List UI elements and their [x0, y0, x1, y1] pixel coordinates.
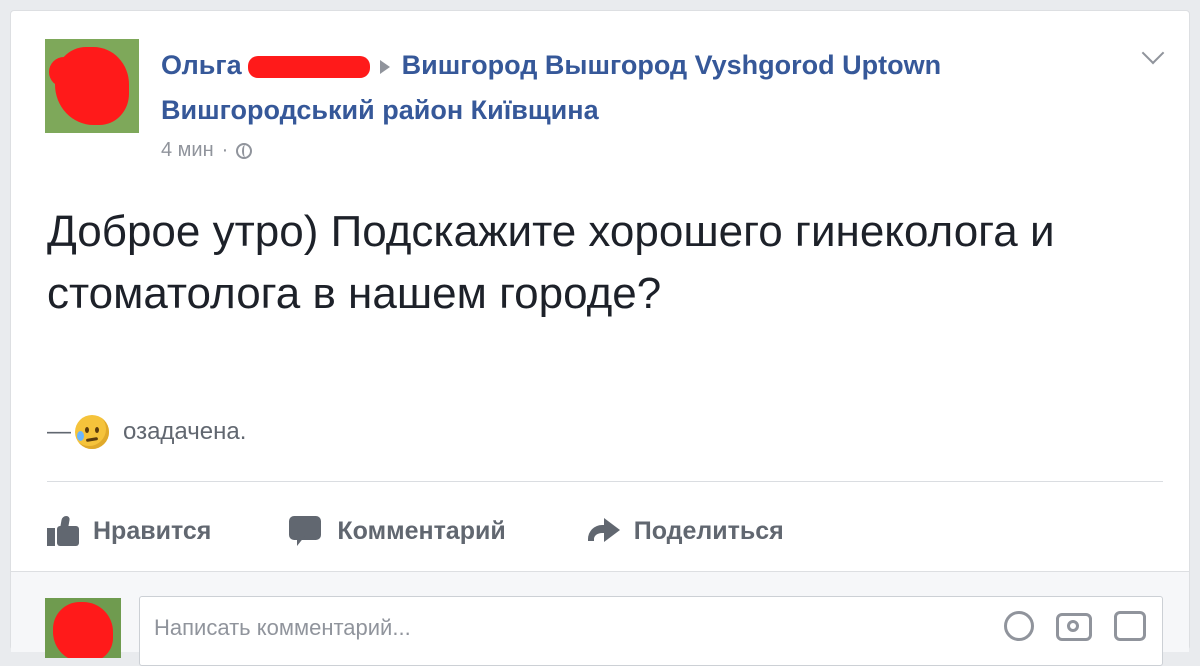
divider [47, 481, 1163, 482]
emoji-icon[interactable] [1004, 611, 1034, 641]
post-card: Ольга Вишгород Вышгород Vyshgorod Uptown … [10, 10, 1190, 666]
comment-button[interactable]: Комментарий [289, 516, 506, 546]
feeling-dash: — [47, 418, 71, 445]
comment-input-tools [1004, 611, 1146, 641]
comment-input[interactable]: Написать комментарий... [139, 596, 1163, 666]
comment-placeholder: Написать комментарий... [154, 615, 411, 640]
author-avatar[interactable] [45, 39, 139, 133]
post-actions: Нравится Комментарий Поделиться [47, 511, 784, 551]
redaction-mark [53, 602, 113, 658]
share-label: Поделиться [633, 516, 784, 545]
like-button[interactable]: Нравится [47, 516, 211, 546]
thumbs-up-icon [47, 516, 81, 546]
redaction-mark [247, 55, 370, 78]
sticker-icon[interactable] [1114, 611, 1146, 641]
comment-bubble-icon [289, 516, 323, 546]
camera-icon[interactable] [1056, 613, 1092, 641]
globe-icon[interactable] [236, 142, 253, 159]
viewer-avatar [45, 598, 121, 658]
comments-section: Написать комментарий... [11, 571, 1189, 666]
confused-face-icon [75, 415, 109, 449]
like-label: Нравится [93, 516, 212, 545]
feeling-text[interactable]: озадачена. [123, 418, 246, 446]
post-header: Ольга Вишгород Вышгород Vyshgorod Uptown … [161, 43, 1021, 133]
post-text: Доброе утро) Подскажите хорошего гинекол… [47, 207, 1055, 318]
arrow-right-icon [379, 59, 390, 74]
feeling: — озадачена. [47, 415, 246, 449]
meta-separator: · [221, 139, 229, 161]
comment-label: Комментарий [337, 516, 506, 545]
share-button[interactable]: Поделиться [586, 516, 784, 546]
author-name[interactable]: Ольга [161, 50, 242, 80]
redaction-mark [49, 57, 79, 87]
post-time[interactable]: 4 мин [161, 139, 214, 162]
chevron-down-icon[interactable] [1141, 41, 1165, 65]
share-arrow-icon [586, 516, 620, 546]
post-meta: 4 мин · [161, 139, 253, 162]
